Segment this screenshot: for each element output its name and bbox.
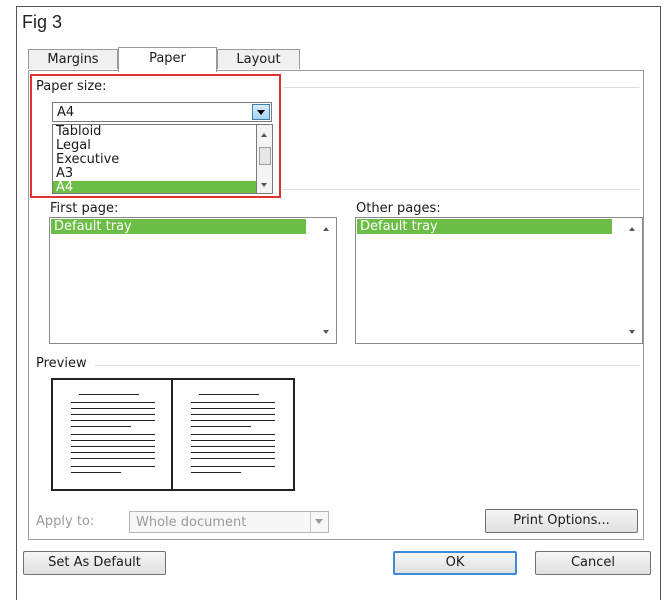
paper-size-value: A4 <box>57 105 75 120</box>
paper-size-option[interactable]: Tabloid <box>53 125 256 139</box>
chevron-down-icon <box>315 519 323 524</box>
preview-line <box>191 414 275 415</box>
preview-line <box>71 414 155 415</box>
apply-to-label: Apply to: <box>36 514 95 529</box>
scroll-up-icon[interactable] <box>629 227 635 231</box>
cancel-button[interactable]: Cancel <box>535 551 651 575</box>
preview-line <box>191 426 251 427</box>
paper-source-divider <box>283 189 639 190</box>
preview-line <box>191 408 275 409</box>
preview-line <box>199 394 259 395</box>
preview-line <box>71 458 155 459</box>
scroll-down-icon[interactable] <box>323 330 329 334</box>
scroll-thumb[interactable] <box>259 147 271 165</box>
paper-size-scrollbar[interactable] <box>257 124 273 194</box>
preview-line <box>71 452 155 453</box>
other-pages-scrollbar[interactable] <box>625 219 641 342</box>
preview-left-page <box>53 380 173 489</box>
paper-size-option[interactable]: Legal <box>53 139 256 153</box>
first-page-listbox[interactable]: Default tray <box>49 217 337 344</box>
preview-line <box>79 394 139 395</box>
preview-right-page <box>173 380 291 489</box>
paper-size-select[interactable]: A4 <box>52 102 272 122</box>
paper-size-option[interactable]: A3 <box>53 167 256 181</box>
paper-size-options[interactable]: Tabloid Legal Executive A3 A4 <box>52 124 257 194</box>
tab-layout[interactable]: Layout <box>217 49 300 69</box>
paper-size-option-selected[interactable]: A4 <box>53 181 256 193</box>
tab-margins[interactable]: Margins <box>28 49 118 69</box>
paper-size-divider <box>283 87 639 88</box>
preview-line <box>191 440 275 441</box>
scroll-up-icon[interactable] <box>323 227 329 231</box>
scroll-up-icon[interactable] <box>261 133 267 137</box>
preview-line <box>191 446 275 447</box>
preview-line <box>71 420 155 421</box>
paper-size-highlight: Paper size: A4 Tabloid Legal Executive A… <box>30 74 281 198</box>
scroll-down-icon[interactable] <box>261 183 267 187</box>
other-pages-listbox[interactable]: Default tray <box>355 217 643 344</box>
scroll-down-icon[interactable] <box>629 330 635 334</box>
page-preview <box>51 378 295 491</box>
preview-divider <box>95 365 639 366</box>
tab-paper[interactable]: Paper <box>118 47 217 72</box>
preview-line <box>191 466 275 467</box>
apply-to-dropdown-button[interactable] <box>310 512 328 532</box>
paper-size-option[interactable]: Executive <box>53 153 256 167</box>
preview-label: Preview <box>36 356 87 371</box>
preview-line <box>71 466 155 467</box>
preview-line <box>71 408 155 409</box>
print-options-button[interactable]: Print Options... <box>485 509 638 533</box>
chevron-down-icon <box>257 110 265 115</box>
preview-line <box>71 446 155 447</box>
list-item[interactable]: Default tray <box>51 219 306 234</box>
list-item[interactable]: Default tray <box>357 219 612 234</box>
other-pages-label: Other pages: <box>356 201 441 216</box>
preview-line <box>191 458 275 459</box>
preview-line <box>71 440 155 441</box>
paper-size-label: Paper size: <box>36 79 107 94</box>
first-page-label: First page: <box>50 201 119 216</box>
preview-line <box>71 472 121 473</box>
first-page-scrollbar[interactable] <box>319 219 335 342</box>
preview-line <box>71 434 155 435</box>
preview-line <box>71 402 155 403</box>
preview-line <box>71 426 131 427</box>
paper-size-dropdown-button[interactable] <box>252 104 270 120</box>
preview-line <box>191 472 241 473</box>
set-as-default-button[interactable]: Set As Default <box>23 551 166 575</box>
preview-line <box>191 452 275 453</box>
apply-to-select[interactable]: Whole document <box>129 511 329 533</box>
figure-label: Fig 3 <box>22 12 63 32</box>
apply-to-value: Whole document <box>136 515 247 530</box>
preview-line <box>191 402 275 403</box>
preview-line <box>191 434 275 435</box>
preview-line <box>191 420 275 421</box>
ok-button[interactable]: OK <box>393 551 517 575</box>
